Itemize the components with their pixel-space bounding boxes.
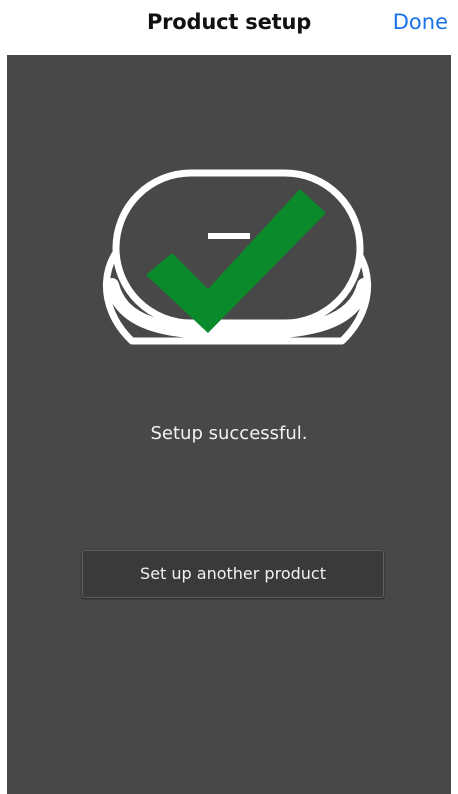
navigation-bar: Product setup Done <box>0 0 458 55</box>
setup-content: Setup successful. Set up another product <box>7 55 451 794</box>
page-title: Product setup <box>146 10 312 34</box>
done-button[interactable]: Done <box>393 10 448 34</box>
device-outline-icon <box>103 169 371 345</box>
set-up-another-product-button[interactable]: Set up another product <box>82 550 384 598</box>
setup-status-message: Setup successful. <box>150 423 308 444</box>
app-screen: Product setup Done Setup successful. Set… <box>0 0 458 794</box>
setup-success-illustration <box>103 169 371 345</box>
